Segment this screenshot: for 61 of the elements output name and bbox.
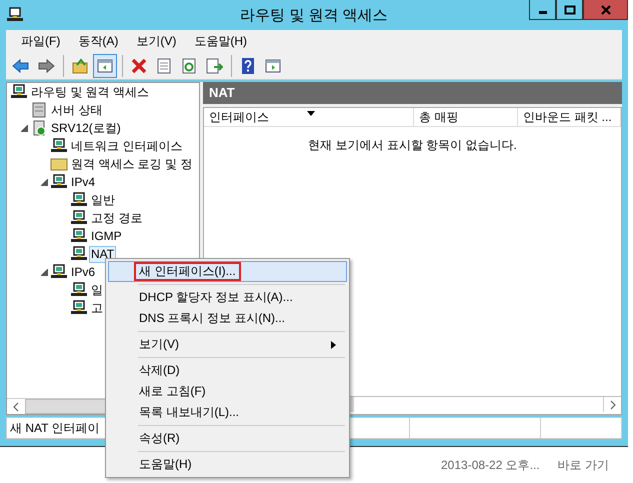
context-menu-item[interactable]: 목록 내보내기(L)...: [108, 402, 347, 423]
context-menu-item[interactable]: 새로 고침(F): [108, 381, 347, 402]
tree-item[interactable]: IGMP: [89, 228, 124, 244]
network-icon: [70, 300, 88, 316]
tree-pane-icon[interactable]: [93, 54, 117, 78]
close-icon: [600, 4, 612, 14]
tree-item[interactable]: 원격 액세스 로깅 및 정: [69, 156, 194, 172]
network-icon: [70, 282, 88, 298]
folder-icon: [50, 156, 68, 172]
context-menu-item[interactable]: 보기(V): [108, 334, 347, 355]
network-icon: [50, 174, 68, 190]
tree-item[interactable]: NAT: [89, 246, 116, 262]
tree-item[interactable]: 고: [89, 300, 105, 316]
expand-arrow-icon[interactable]: [20, 124, 28, 132]
column-header[interactable]: 인터페이스: [204, 108, 414, 126]
empty-message: 현재 보기에서 표시할 항목이 없습니다.: [308, 138, 517, 152]
server-icon: [30, 102, 48, 118]
expand-arrow-icon[interactable]: [40, 268, 48, 276]
window-title: 라우팅 및 원격 액세스: [240, 6, 388, 25]
network-icon: [70, 246, 88, 262]
tree-item[interactable]: 일반: [89, 192, 117, 208]
maximize-icon: [564, 4, 576, 14]
menu-item[interactable]: 도움말(H): [185, 32, 256, 50]
date-cell: 2013-08-22 오후...: [441, 457, 540, 474]
tree-item[interactable]: 서버 상태: [49, 102, 104, 118]
column-header[interactable]: 인바운드 패킷 ...: [518, 108, 621, 126]
status-text: 새 NAT 인터페이: [9, 420, 100, 436]
tree-item[interactable]: SRV12(로컬): [49, 120, 123, 136]
context-menu-item[interactable]: DNS 프록시 정보 표시(N)...: [108, 308, 347, 329]
network-icon: [70, 192, 88, 208]
pane-header: NAT: [203, 82, 622, 104]
network-icon: [50, 138, 68, 154]
network-icon: [70, 210, 88, 226]
app-icon: [6, 7, 24, 23]
tree-item[interactable]: 네트워크 인터페이스: [69, 138, 184, 154]
menu-item[interactable]: 동작(A): [69, 32, 128, 50]
close-button[interactable]: [583, 0, 628, 20]
tree-item[interactable]: IPv4: [69, 174, 98, 190]
expand-arrow-icon[interactable]: [40, 178, 48, 186]
context-menu-item[interactable]: DHCP 할당자 정보 표시(A)...: [108, 287, 347, 308]
context-menu-item[interactable]: 도움말(H): [108, 454, 347, 475]
type-cell: 바로 가기: [558, 457, 610, 474]
submenu-arrow-icon: [331, 341, 336, 349]
menu-item[interactable]: 파일(F): [12, 32, 70, 50]
context-menu-item[interactable]: 속성(R): [108, 428, 347, 449]
context-menu-item[interactable]: 삭제(D): [108, 360, 347, 381]
context-menu-item[interactable]: 새 인터페이스(I)...: [108, 261, 347, 282]
tree-item[interactable]: 일: [89, 282, 105, 298]
minimize-button[interactable]: [529, 0, 556, 20]
network-icon: [50, 264, 68, 280]
scroll-right-icon[interactable]: [608, 400, 616, 410]
network-icon: [70, 228, 88, 244]
tree-item[interactable]: 고정 경로: [89, 210, 144, 226]
column-header[interactable]: 총 매핑: [414, 108, 518, 126]
sort-arrow-icon: [307, 111, 315, 116]
minimize-icon: [538, 11, 546, 14]
scroll-left-icon[interactable]: [12, 402, 20, 412]
tree-item[interactable]: 라우팅 및 원격 액세스: [29, 84, 152, 100]
tree-item[interactable]: IPv6: [69, 264, 98, 280]
maximize-button[interactable]: [556, 0, 583, 20]
menu-item[interactable]: 보기(V): [127, 32, 186, 50]
